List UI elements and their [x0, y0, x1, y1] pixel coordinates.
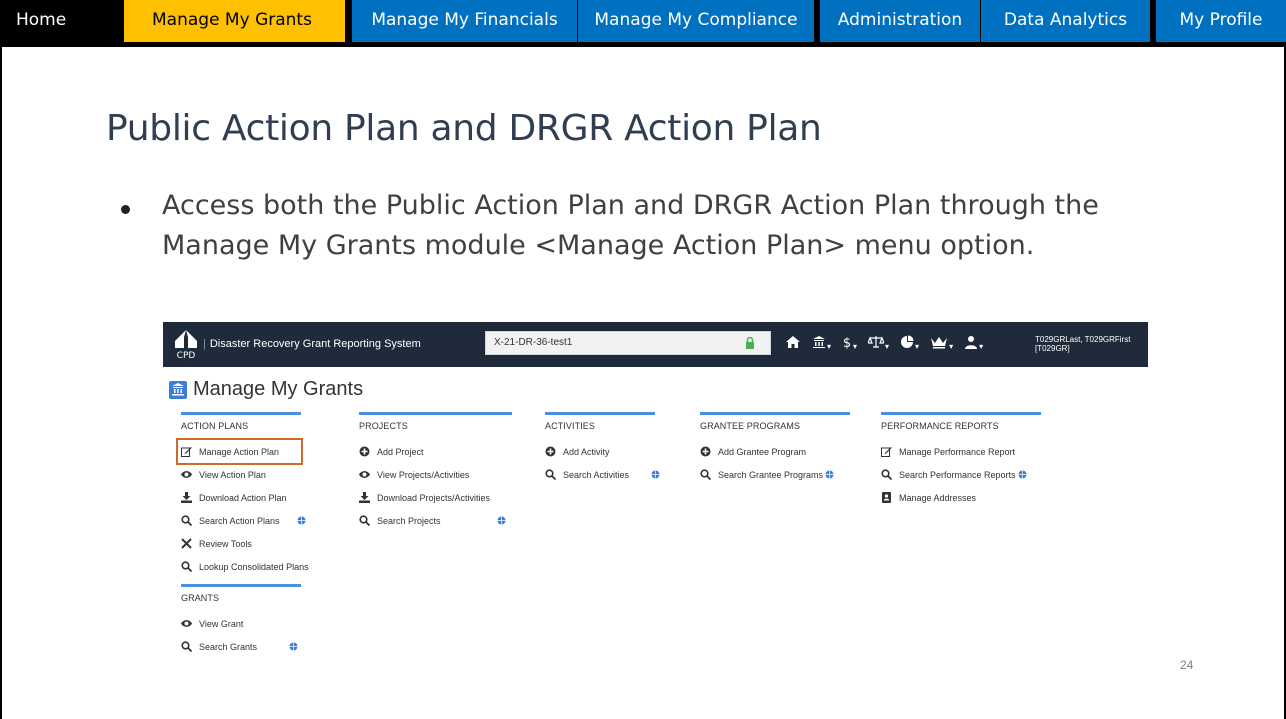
tab-data-analytics[interactable]: Data Analytics	[981, 0, 1150, 42]
projects-header: PROJECTS	[359, 421, 408, 431]
page-heading-text: Manage My Grants	[193, 378, 364, 400]
tab-manage-my-financials[interactable]: Manage My Financials	[352, 0, 577, 42]
tab-home[interactable]: Home	[16, 0, 66, 42]
view-action-plan-link[interactable]: View Action Plan	[181, 463, 301, 486]
add-grantee-program-link[interactable]: Add Grantee Program	[700, 440, 850, 463]
lock-button[interactable]	[733, 332, 769, 354]
edit-icon	[181, 447, 192, 457]
search-grants-link[interactable]: Search Grants	[181, 635, 301, 658]
grantee-programs-header: GRANTEE PROGRAMS	[700, 421, 801, 431]
system-title: | Disaster Recovery Grant Reporting Syste…	[203, 338, 421, 350]
search-action-plans-link[interactable]: Search Action Plans	[181, 509, 306, 532]
grants-menu-icon[interactable]: ▾	[812, 335, 831, 354]
activities-header: ACTIVITIES	[545, 421, 596, 431]
column-divider	[181, 412, 301, 415]
grants-header: GRANTS	[181, 593, 220, 603]
tab-administration[interactable]: Administration	[820, 0, 980, 42]
grantee-programs-column: GRANTEE PROGRAMS Add Grantee Program Sea…	[700, 412, 850, 486]
user-name[interactable]: T029GRLast, T029GRFirst [T029GR]	[1035, 335, 1130, 353]
tab-manage-my-compliance[interactable]: Manage My Compliance	[578, 0, 814, 42]
lock-icon	[746, 337, 754, 349]
search-performance-reports-link[interactable]: Search Performance Reports	[881, 463, 1041, 486]
home-icon[interactable]	[785, 335, 801, 354]
projects-column: PROJECTS Add Project View Projects/Activ…	[359, 412, 512, 532]
action-plans-column: ACTION PLANS Manage Action Plan View Act…	[176, 412, 309, 578]
globe-icon	[825, 470, 834, 479]
eye-icon	[359, 471, 370, 478]
search-icon	[359, 515, 370, 526]
search-icon	[545, 469, 556, 480]
top-navigation: Home Manage My Grants Manage My Financia…	[0, 0, 1286, 47]
performance-reports-header: PERFORMANCE REPORTS	[881, 421, 999, 431]
globe-icon	[1018, 470, 1027, 479]
column-divider	[881, 412, 1041, 415]
column-divider	[545, 412, 655, 415]
header-icon-menu: ▾ $ ▾ ▾ ▾ ▾ ▾	[785, 333, 983, 355]
tools-icon	[181, 538, 192, 549]
download-projects-activities-link[interactable]: Download Projects/Activities	[359, 486, 512, 509]
logo-text: CPD	[177, 351, 196, 360]
slide-title: Public Action Plan and DRGR Action Plan	[106, 108, 822, 149]
globe-icon	[497, 516, 506, 525]
page-number: 24	[1180, 658, 1194, 672]
search-icon	[881, 469, 892, 480]
download-icon	[359, 492, 370, 503]
download-icon	[181, 492, 192, 503]
user-icon[interactable]: ▾	[964, 335, 983, 354]
drgr-screenshot: CPD | Disaster Recovery Grant Reporting S…	[163, 322, 1148, 672]
admin-crown-icon[interactable]: ▾	[930, 335, 953, 354]
globe-icon	[289, 642, 298, 651]
grant-selector-field[interactable]: X-21-DR-36-test1	[485, 331, 771, 355]
dollar-menu-icon[interactable]: $ ▾	[842, 335, 857, 354]
manage-action-plan-link[interactable]: Manage Action Plan	[176, 438, 303, 465]
svg-text:$: $	[843, 336, 851, 349]
search-icon	[700, 469, 711, 480]
drgr-header-bar: CPD | Disaster Recovery Grant Reporting S…	[163, 322, 1148, 367]
search-icon	[181, 515, 192, 526]
tab-manage-my-grants[interactable]: Manage My Grants	[124, 0, 345, 42]
view-grant-link[interactable]: View Grant	[181, 612, 301, 635]
grants-section: GRANTS View Grant Search Grants	[181, 584, 301, 658]
manage-addresses-link[interactable]: Manage Addresses	[881, 486, 1041, 509]
plus-circle-icon	[359, 446, 370, 457]
address-book-icon	[882, 492, 891, 503]
column-divider	[181, 584, 301, 587]
search-projects-link[interactable]: Search Projects	[359, 509, 512, 532]
add-activity-link[interactable]: Add Activity	[545, 440, 655, 463]
compliance-scale-icon[interactable]: ▾	[867, 335, 889, 354]
add-project-link[interactable]: Add Project	[359, 440, 512, 463]
system-title-text: Disaster Recovery Grant Reporting System	[209, 338, 421, 350]
activities-column: ACTIVITIES Add Activity Search Activitie…	[545, 412, 660, 486]
column-divider	[359, 412, 512, 415]
search-icon	[181, 561, 192, 572]
manage-performance-report-link[interactable]: Manage Performance Report	[881, 440, 1041, 463]
search-icon	[181, 641, 192, 652]
bullet-point-icon	[121, 205, 130, 214]
institution-icon	[169, 380, 187, 399]
performance-reports-column: PERFORMANCE REPORTS Manage Performance R…	[881, 412, 1041, 509]
search-activities-link[interactable]: Search Activities	[545, 463, 660, 486]
cpd-logo-icon: CPD	[175, 330, 197, 360]
lookup-consolidated-plans-link[interactable]: Lookup Consolidated Plans	[181, 555, 309, 578]
globe-icon	[297, 516, 306, 525]
review-tools-link[interactable]: Review Tools	[181, 532, 301, 555]
plus-circle-icon	[545, 446, 556, 457]
globe-icon	[651, 470, 660, 479]
download-action-plan-link[interactable]: Download Action Plan	[181, 486, 301, 509]
action-plans-header: ACTION PLANS	[181, 421, 249, 431]
column-divider	[700, 412, 850, 415]
eye-icon	[181, 620, 192, 627]
bullet-text: Access both the Public Action Plan and D…	[162, 190, 1099, 261]
plus-circle-icon	[700, 446, 711, 457]
eye-icon	[181, 471, 192, 478]
edit-icon	[881, 447, 892, 457]
tab-my-profile[interactable]: My Profile	[1156, 0, 1286, 42]
view-projects-activities-link[interactable]: View Projects/Activities	[359, 463, 512, 486]
search-grantee-programs-link[interactable]: Search Grantee Programs	[700, 463, 850, 486]
analytics-pie-icon[interactable]: ▾	[900, 335, 919, 354]
page-heading: Manage My Grants	[169, 378, 363, 401]
